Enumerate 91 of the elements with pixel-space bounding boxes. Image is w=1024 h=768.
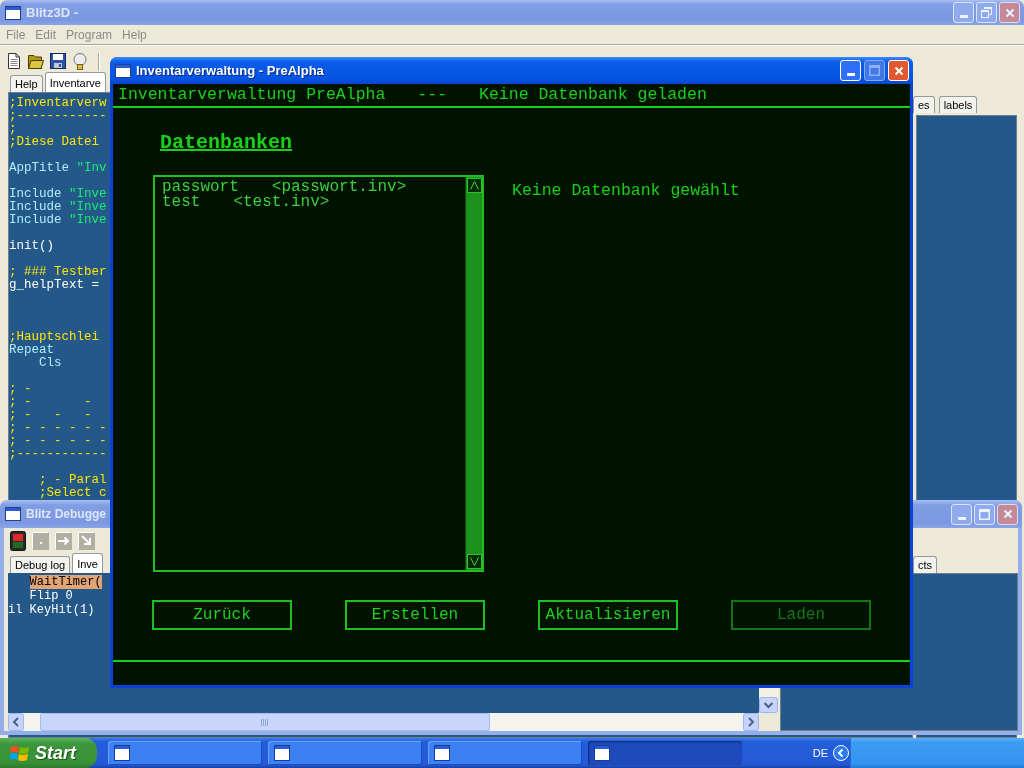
code-text: init() <box>9 240 54 253</box>
code-comment: ; - <box>9 383 32 396</box>
close-icon <box>1004 7 1015 18</box>
tab[interactable]: labels <box>938 96 978 113</box>
start-button[interactable]: Start <box>0 738 97 768</box>
section-title: Datenbanken <box>160 133 293 153</box>
code-comment: ;Hauptschlei <box>9 331 99 344</box>
selection-info: Keine Datenbank gewählt <box>512 183 740 198</box>
flag-logo-icon <box>10 744 29 762</box>
window-title: Blitz Debugge <box>26 506 106 523</box>
code-comment: ;------------ <box>9 448 107 461</box>
maximize-icon <box>869 65 880 76</box>
code-comment: ; ### Testber <box>9 266 107 279</box>
list-item[interactable]: test <test.inv> <box>162 195 330 210</box>
language-indicator[interactable]: DE <box>812 744 828 762</box>
code-comment: ;------------ <box>9 110 107 123</box>
code-comment: ;Inventarverw <box>9 97 107 110</box>
code-keyword: Include <box>9 201 62 214</box>
dialog-button[interactable]: Erstellen <box>345 600 485 630</box>
scrollbar[interactable] <box>8 713 759 731</box>
window-icon <box>5 5 21 20</box>
caret-down-icon[interactable] <box>466 554 482 569</box>
minimize-icon <box>957 516 966 520</box>
dialog-button[interactable]: Zurück <box>152 600 292 630</box>
tab[interactable]: Inve <box>72 553 103 573</box>
chevron-down-icon[interactable] <box>759 697 778 713</box>
caret-up-icon[interactable] <box>466 178 482 193</box>
code-string: "Inve <box>69 201 107 214</box>
document-icon[interactable] <box>6 53 22 69</box>
tab[interactable]: Inventarve <box>44 72 106 92</box>
window-icon <box>5 507 21 521</box>
code-text: g_helpText = <box>9 279 99 292</box>
taskbar-button[interactable] <box>108 741 262 765</box>
close-button[interactable] <box>999 2 1020 23</box>
arrow-right-icon[interactable] <box>55 532 72 550</box>
code-comment: ; - - - - - - <box>9 422 107 435</box>
window-title: Inventarverwaltung - PreAlpha <box>136 61 324 80</box>
code-keyword: Repeat <box>9 344 54 357</box>
app-icon <box>114 745 130 761</box>
status-text: Keine Datenbank geladen <box>479 83 707 106</box>
code-comment: ; - - - <box>9 409 92 422</box>
list-item[interactable]: passwort <passwort.inv> <box>162 180 407 195</box>
code-keyword: Include <box>9 188 62 201</box>
app-icon <box>594 745 610 761</box>
restore-icon <box>981 7 992 18</box>
taskbar-button[interactable] <box>268 741 422 765</box>
code-comment: ; - Paral <box>39 474 107 487</box>
folder-icon[interactable] <box>28 53 44 69</box>
scrollbar-thumb[interactable] <box>40 713 490 731</box>
code-comment: ;Select c <box>39 487 107 500</box>
code-keyword: AppTitle <box>9 162 69 175</box>
database-list[interactable]: passwort <passwort.inv> test <test.inv> <box>153 175 484 572</box>
window-icon <box>115 63 131 78</box>
code-text: Flip 0 <box>29 589 73 603</box>
code-comment: ; <box>9 123 17 136</box>
header-title: Inventarverwaltung PreAlpha <box>118 83 386 106</box>
code-string: "Inve <box>69 214 107 227</box>
tab[interactable]: Help <box>10 75 43 92</box>
minimize-icon <box>959 15 968 18</box>
app-icon <box>274 745 290 761</box>
code-keyword: Cls <box>39 357 62 370</box>
chevron-left-icon[interactable] <box>8 713 24 731</box>
code-comment: ; - - - - - - <box>9 435 107 448</box>
code-text: KeyHit(1) <box>29 603 95 617</box>
close-icon <box>893 65 904 76</box>
window-title: Blitz3D - <box>26 3 78 22</box>
code-comment: ;Diese Datei <box>9 136 99 149</box>
header-separator: --- <box>417 83 448 106</box>
code-keyword: Include <box>9 214 62 227</box>
arrow-down-right-icon[interactable] <box>78 532 95 550</box>
code-string: "Inve <box>69 188 107 201</box>
maximize-icon <box>979 508 990 520</box>
taskbar-button[interactable] <box>588 741 742 765</box>
taskbar-button[interactable] <box>428 741 582 765</box>
code-comment: ; - - <box>9 396 92 409</box>
close-icon <box>1002 509 1013 519</box>
dot-icon[interactable] <box>32 532 49 550</box>
grip-icon <box>261 718 269 726</box>
dialog-button[interactable]: Aktualisieren <box>538 600 678 630</box>
tab[interactable]: Debug log <box>10 556 71 573</box>
chevron-right-icon[interactable] <box>743 713 759 731</box>
scrollbar[interactable] <box>465 177 482 570</box>
app-icon <box>434 745 450 761</box>
traffic-light-icon[interactable] <box>10 531 26 551</box>
tab[interactable]: es <box>913 96 935 113</box>
lightbulb-icon[interactable] <box>72 53 88 70</box>
close-button[interactable] <box>997 503 1018 525</box>
minimize-icon <box>846 73 855 76</box>
tab[interactable]: cts <box>913 556 938 573</box>
code-string: "Inv <box>76 162 107 175</box>
code-text: il <box>8 603 23 617</box>
